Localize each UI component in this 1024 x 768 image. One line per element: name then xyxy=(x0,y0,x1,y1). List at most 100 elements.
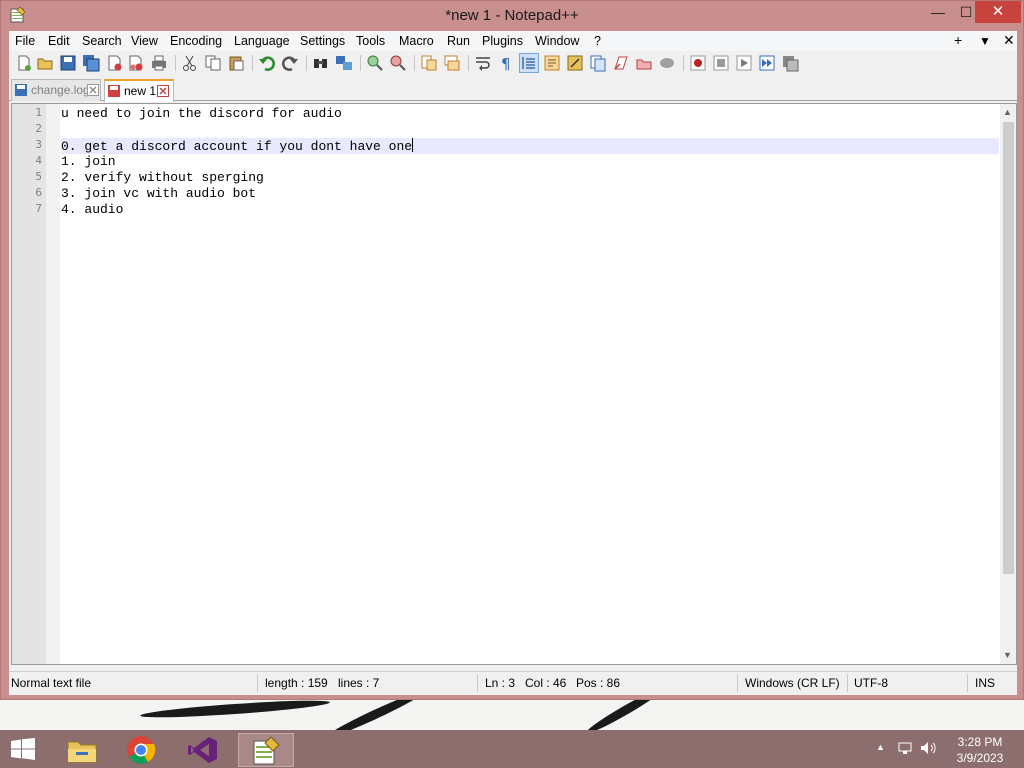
scrollbar-thumb[interactable] xyxy=(1003,122,1014,574)
windows-start-icon[interactable] xyxy=(10,738,36,760)
taskbar-notepad-plus-plus[interactable] xyxy=(238,733,294,767)
sync-horizontal-icon[interactable] xyxy=(443,54,461,72)
tab-close-icon[interactable] xyxy=(87,84,99,96)
run-macro-multiple-icon[interactable] xyxy=(758,54,776,72)
playback-macro-icon[interactable] xyxy=(735,54,753,72)
toolbar-separator xyxy=(175,55,176,71)
status-position: Pos : 86 xyxy=(576,676,621,690)
vertical-scrollbar[interactable]: ▲ ▼ xyxy=(1000,104,1016,664)
toolbar: ¶ xyxy=(9,51,1017,75)
save-all-icon[interactable] xyxy=(82,54,100,72)
toolbar-separator xyxy=(468,55,469,71)
title-bar[interactable]: *new 1 - Notepad++ — ☐ ✕ xyxy=(1,1,1023,31)
close-button[interactable]: ✕ xyxy=(975,1,1021,23)
fold-margin[interactable] xyxy=(46,104,60,664)
unsaved-file-icon xyxy=(108,85,120,97)
menu-language[interactable]: Language xyxy=(234,34,290,48)
sync-vertical-icon[interactable] xyxy=(420,54,438,72)
menu-tools[interactable]: Tools xyxy=(356,34,385,48)
volume-icon[interactable] xyxy=(920,741,938,755)
new-tab-plus-icon[interactable]: + xyxy=(954,32,962,48)
system-clock[interactable]: 3:28 PM 3/9/2023 xyxy=(952,734,1008,766)
scroll-up-arrow-icon[interactable]: ▲ xyxy=(1003,107,1012,117)
code-line[interactable]: u need to join the discord for audio xyxy=(61,106,999,122)
indent-guide-icon[interactable] xyxy=(519,53,539,73)
redo-icon[interactable] xyxy=(281,54,299,72)
doc-map-icon[interactable] xyxy=(566,54,584,72)
print-icon[interactable] xyxy=(150,54,168,72)
menu-settings[interactable]: Settings xyxy=(300,34,345,48)
replace-icon[interactable] xyxy=(335,54,353,72)
menu-edit[interactable]: Edit xyxy=(48,34,70,48)
tab-new-1[interactable]: new 1 xyxy=(104,79,174,102)
menu-plugins[interactable]: Plugins xyxy=(482,34,523,48)
tab-bar: change.log new 1 xyxy=(9,77,1017,102)
code-line[interactable]: 2. verify without sperging xyxy=(61,170,999,186)
monitoring-icon[interactable] xyxy=(635,54,653,72)
window-title: *new 1 - Notepad++ xyxy=(445,7,579,24)
code-line[interactable]: 3. join vc with audio bot xyxy=(61,186,999,202)
paste-icon[interactable] xyxy=(227,54,245,72)
code-line[interactable]: 1. join xyxy=(61,154,999,170)
save-icon[interactable] xyxy=(59,54,77,72)
show-hidden-icons-icon[interactable]: ▲ xyxy=(876,742,885,752)
code-line[interactable]: 4. audio xyxy=(61,202,999,218)
user-language-icon[interactable] xyxy=(543,54,561,72)
taskbar-chrome[interactable] xyxy=(118,733,166,767)
svg-text:¶: ¶ xyxy=(501,55,511,72)
folder-as-workspace-icon[interactable] xyxy=(612,54,630,72)
saved-file-icon xyxy=(15,84,27,96)
panel-icon[interactable] xyxy=(658,54,676,72)
menu-view[interactable]: View xyxy=(131,34,158,48)
find-icon[interactable] xyxy=(312,54,330,72)
show-all-chars-icon[interactable]: ¶ xyxy=(497,54,515,72)
line-number: 3 xyxy=(35,138,42,151)
chrome-icon xyxy=(127,736,156,764)
menu-encoding[interactable]: Encoding xyxy=(170,34,222,48)
menu-search[interactable]: Search xyxy=(82,34,122,48)
code-line[interactable] xyxy=(61,122,999,138)
tab-change-log[interactable]: change.log xyxy=(11,79,101,101)
taskbar-file-explorer[interactable] xyxy=(58,733,106,767)
menu-run[interactable]: Run xyxy=(447,34,470,48)
status-encoding[interactable]: UTF-8 xyxy=(854,676,888,690)
file-explorer-icon xyxy=(67,741,97,763)
tab-label: new 1 xyxy=(124,84,157,98)
code-line-current[interactable]: 0. get a discord account if you dont hav… xyxy=(61,138,999,154)
toolbar-separator xyxy=(306,55,307,71)
taskbar-visual-studio[interactable] xyxy=(180,733,228,767)
close-document-icon[interactable]: ✕ xyxy=(1003,32,1015,49)
menu-file[interactable]: File xyxy=(15,34,35,48)
stop-record-icon[interactable] xyxy=(712,54,730,72)
zoom-out-icon[interactable] xyxy=(389,54,407,72)
open-file-icon[interactable] xyxy=(36,54,54,72)
undo-icon[interactable] xyxy=(258,54,276,72)
notepad-plus-plus-icon xyxy=(253,736,280,765)
text-editor[interactable]: 1 2 3 4 5 6 7 u need to join the discord… xyxy=(11,103,1017,665)
close-icon[interactable] xyxy=(105,54,123,72)
menu-window[interactable]: Window xyxy=(535,34,579,48)
clock-date: 3/9/2023 xyxy=(956,751,1004,765)
network-icon[interactable] xyxy=(898,741,914,755)
status-separator xyxy=(737,674,738,692)
zoom-in-icon[interactable] xyxy=(366,54,384,72)
status-file-type: Normal text file xyxy=(11,676,92,690)
tab-close-icon[interactable] xyxy=(157,85,169,97)
tab-list-dropdown-icon[interactable]: ▼ xyxy=(979,34,991,48)
toolbar-separator xyxy=(252,55,253,71)
menu-help[interactable]: ? xyxy=(594,34,601,48)
word-wrap-icon[interactable] xyxy=(474,54,492,72)
status-separator xyxy=(967,674,968,692)
menu-macro[interactable]: Macro xyxy=(399,34,434,48)
new-file-icon[interactable] xyxy=(15,54,33,72)
scroll-down-arrow-icon[interactable]: ▼ xyxy=(1003,650,1012,660)
copy-icon[interactable] xyxy=(204,54,222,72)
tab-label: change.log xyxy=(31,83,90,97)
save-macro-icon[interactable] xyxy=(781,54,799,72)
close-all-icon[interactable] xyxy=(127,54,145,72)
line-number: 5 xyxy=(35,170,42,183)
function-list-icon[interactable] xyxy=(589,54,607,72)
cut-icon[interactable] xyxy=(181,54,199,72)
status-eol-format[interactable]: Windows (CR LF) xyxy=(745,676,840,690)
record-macro-icon[interactable] xyxy=(689,54,707,72)
